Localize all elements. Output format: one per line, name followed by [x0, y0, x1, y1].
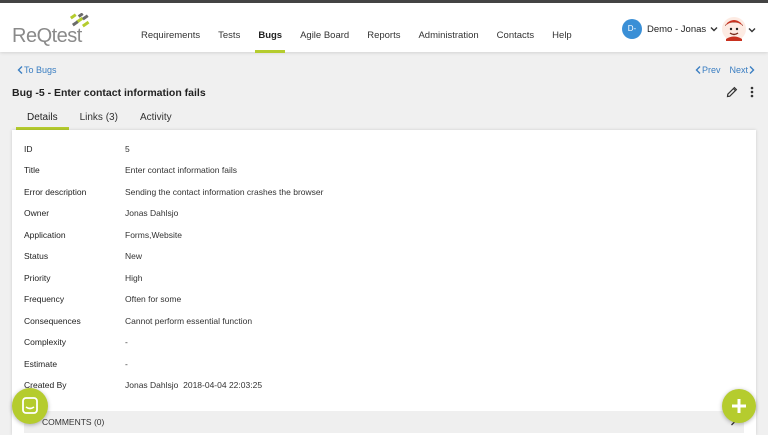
field-value: 5: [125, 144, 130, 154]
field-row: Complexity -: [24, 337, 128, 351]
field-label: Title: [24, 165, 40, 175]
field-label: Owner: [24, 208, 50, 218]
field-row: Created By Jonas Dahlsjo 2018-04-04 22:03…: [24, 380, 262, 394]
back-to-bugs-link[interactable]: To Bugs: [16, 65, 57, 75]
field-label: Error description: [24, 187, 87, 197]
nav-tests[interactable]: Tests: [209, 3, 249, 52]
tab-activity[interactable]: Activity: [129, 110, 183, 130]
field-row: Frequency Often for some: [24, 294, 181, 308]
tab-details[interactable]: Details: [16, 110, 69, 130]
field-value: -: [125, 337, 128, 347]
field-row: Estimate -: [24, 359, 128, 373]
prev-label: Prev: [701, 65, 721, 75]
nav-help[interactable]: Help: [543, 3, 581, 52]
chevron-left-icon: [17, 66, 23, 74]
field-label: Frequency: [24, 294, 65, 304]
user-menu[interactable]: D- Demo - Jonas: [622, 19, 719, 39]
field-row: Consequences Cannot perform essential fun…: [24, 316, 252, 330]
field-label: Status: [24, 251, 49, 261]
chat-icon: [22, 397, 38, 414]
reqtest-logo[interactable]: ReQtest: [12, 13, 92, 47]
field-label: Estimate: [24, 359, 58, 369]
field-label: Consequences: [24, 316, 81, 326]
field-value: Jonas Dahlsjo: [125, 208, 179, 218]
field-value: Cannot perform essential function: [125, 316, 253, 326]
nav-agile-board[interactable]: Agile Board: [291, 3, 358, 52]
field-row: Priority High: [24, 273, 142, 287]
record-pager: Prev Next: [694, 65, 756, 75]
prev-button[interactable]: Prev: [694, 65, 721, 75]
field-row: Status New: [24, 251, 142, 265]
add-button[interactable]: [722, 389, 756, 423]
user-name: Demo - Jonas: [647, 23, 707, 35]
field-value: New: [125, 251, 143, 261]
field-value: -: [125, 359, 128, 369]
field-label: Complexity: [24, 337, 67, 347]
field-row: Application Forms,Website: [24, 230, 182, 244]
field-value: Sending the contact information crashes …: [125, 187, 324, 197]
next-label: Next: [729, 65, 748, 75]
title-actions: [726, 86, 754, 98]
more-vertical-icon[interactable]: [750, 86, 754, 98]
nav-requirements[interactable]: Requirements: [132, 3, 209, 52]
field-label: ID: [24, 144, 33, 154]
detail-tabs: Details Links (3) Activity: [16, 110, 183, 130]
field-value: High: [125, 273, 143, 283]
plus-icon: [732, 399, 746, 413]
comments-label: COMMENTS (0): [42, 417, 105, 427]
comments-section[interactable]: COMMENTS (0): [24, 411, 744, 433]
top-bar: ReQtest Requirements Tests Bugs Agile Bo…: [0, 0, 768, 53]
field-value: Enter contact information fails: [125, 165, 237, 175]
chat-button[interactable]: [12, 388, 48, 424]
field-row: Title Enter contact information fails: [24, 165, 237, 179]
details-panel: ID 5 Title Enter contact information fails…: [12, 130, 756, 435]
chevron-left-icon: [695, 66, 701, 74]
main-nav: Requirements Tests Bugs Agile Board Repo…: [132, 3, 581, 53]
page-title: Bug -5 - Enter contact information fails: [12, 87, 206, 99]
chevron-down-icon: [710, 27, 718, 32]
field-row: Error description Sending the contact inf…: [24, 187, 323, 201]
field-value: Jonas Dahlsjo 2018-04-04 22:03:25: [125, 380, 263, 390]
field-label: Priority: [24, 273, 51, 283]
field-row: Owner Jonas Dahlsjo: [24, 208, 178, 222]
pencil-icon[interactable]: [726, 86, 738, 98]
logo-mark-icon: [69, 13, 90, 28]
next-button[interactable]: Next: [729, 65, 756, 75]
tab-links[interactable]: Links (3): [69, 110, 129, 130]
field-value: Forms,Website: [125, 230, 182, 240]
chevron-right-icon: [749, 66, 755, 74]
user-avatar: D-: [622, 19, 642, 39]
back-link-label: To Bugs: [24, 65, 57, 75]
field-value: Often for some: [125, 294, 182, 304]
field-row: ID 5: [24, 144, 130, 158]
nav-administration[interactable]: Administration: [409, 3, 487, 52]
mascot-avatar[interactable]: [722, 17, 746, 41]
chevron-down-icon[interactable]: [747, 25, 757, 35]
nav-contacts[interactable]: Contacts: [488, 3, 544, 52]
field-label: Application: [24, 230, 66, 240]
nav-bugs[interactable]: Bugs: [249, 3, 291, 53]
nav-reports[interactable]: Reports: [358, 3, 409, 52]
